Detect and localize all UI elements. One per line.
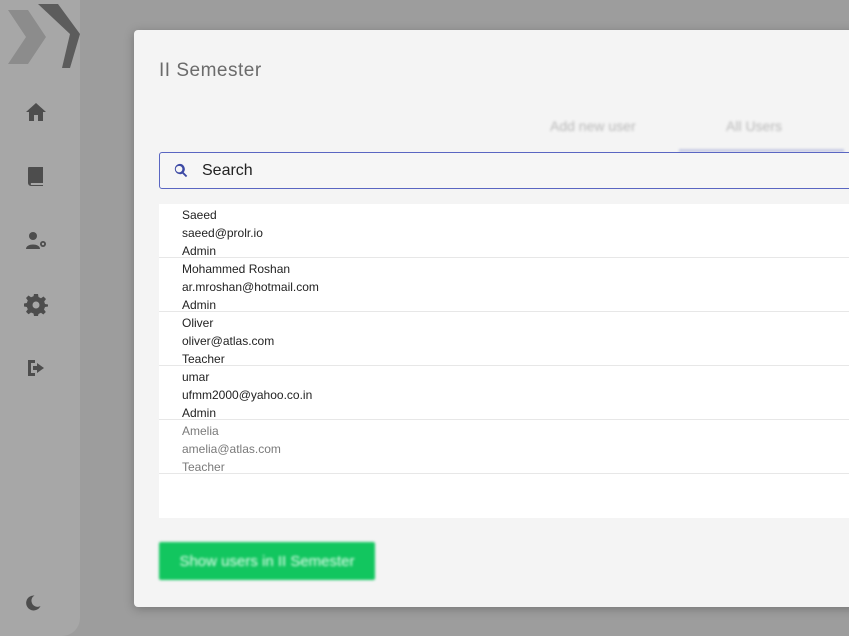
list-item[interactable]: Oliver oliver@atlas.com Teacher [159,312,849,366]
user-email: amelia@atlas.com [182,442,281,456]
tab-bar: Add new user All Users [524,118,849,152]
user-name: Saeed [182,208,217,222]
modal-title: II Semester [159,60,262,81]
moon-icon [26,595,41,611]
sidebar [0,0,80,636]
user-email: saeed@prolr.io [182,226,263,240]
semester-modal: II Semester Add new user All Users Saeed… [134,30,849,607]
sign-out-icon[interactable] [22,354,50,382]
user-name: Mohammed Roshan [182,262,291,276]
user-email: ar.mroshan@hotmail.com [182,280,319,294]
search-input[interactable] [200,160,804,181]
user-name: Amelia [182,424,219,438]
list-item[interactable]: umar ufmm2000@yahoo.co.in Admin [159,366,849,420]
theme-toggle[interactable] [24,594,46,616]
user-list: Saeed saeed@prolr.io Admin Mohammed Rosh… [159,204,849,518]
user-email: oliver@atlas.com [182,334,275,348]
tab-all-users[interactable]: All Users [726,118,782,134]
user-role: Teacher [182,460,225,474]
home-icon[interactable] [22,98,50,126]
list-item[interactable]: Mohammed Roshan ar.mroshan@hotmail.com A… [159,258,849,312]
tab-add-new-user[interactable]: Add new user [550,118,636,134]
users-cog-icon[interactable] [22,227,50,255]
list-item[interactable]: Saeed saeed@prolr.io Admin [159,204,849,258]
user-email: ufmm2000@yahoo.co.in [182,388,313,402]
user-name: Oliver [182,316,214,330]
search-icon [174,163,188,178]
list-item[interactable]: Amelia amelia@atlas.com Teacher [159,420,849,474]
search-box [159,152,849,189]
logo-icon [8,4,80,68]
user-name: umar [182,370,210,384]
book-icon[interactable] [22,162,50,190]
show-users-button[interactable]: Show users in II Semester [159,542,375,580]
gear-icon[interactable] [22,290,50,318]
